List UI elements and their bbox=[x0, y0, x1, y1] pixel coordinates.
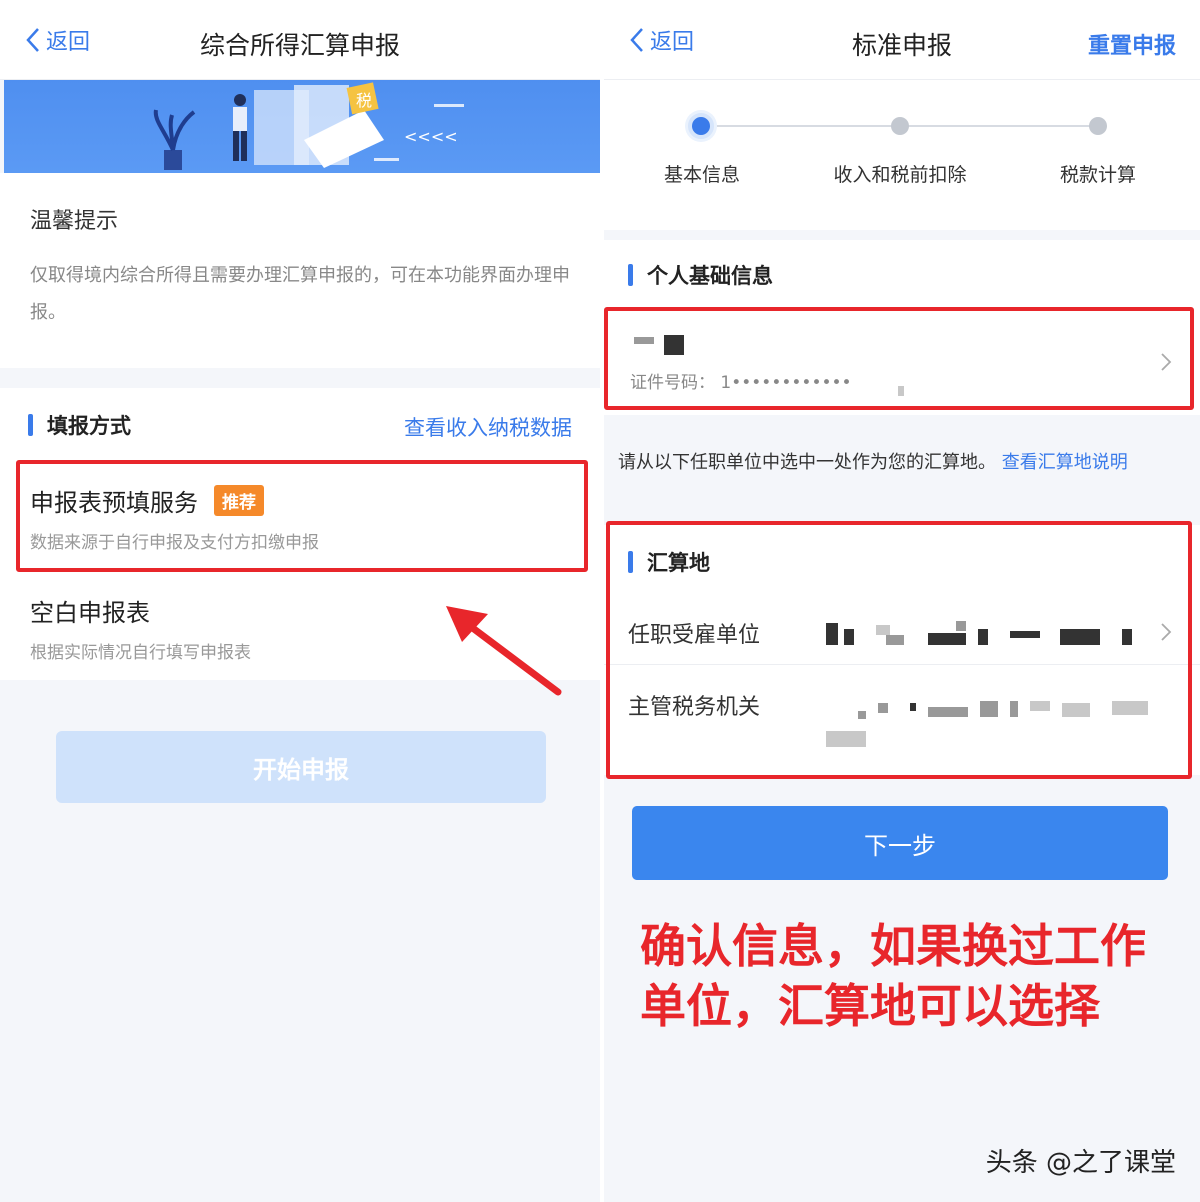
left-screen: 返回 综合所得汇算申报 税 <<<< 温馨提示 仅取得境内综合所得且需要办理汇算… bbox=[0, 0, 600, 1202]
step-label: 税款计算 bbox=[1059, 164, 1136, 186]
right-screen: 返回 标准申报 重置申报 基本信息 收入和税前扣除 税款计算 个人基础信息 证件… bbox=[604, 0, 1200, 1202]
highlight-box bbox=[606, 521, 1192, 779]
step-dot bbox=[1089, 117, 1107, 135]
tax-badge-icon: 税 bbox=[346, 82, 379, 115]
tip-title: 温馨提示 bbox=[30, 209, 119, 234]
watermark: 头条 @之了课堂 bbox=[985, 1148, 1176, 1178]
step-label: 基本信息 bbox=[663, 164, 740, 186]
svg-text:税: 税 bbox=[356, 91, 372, 110]
tip-text: 仅取得境内综合所得且需要办理汇算申报的，可在本功能界面办理申报。 bbox=[30, 265, 570, 323]
section-heading: 填报方式 bbox=[28, 410, 131, 440]
option-title: 空白申报表 bbox=[30, 599, 150, 627]
view-income-tax-link[interactable]: 查看收入纳税数据 bbox=[404, 412, 572, 442]
step-connector bbox=[702, 125, 900, 127]
step-dot-active bbox=[688, 113, 714, 139]
highlight-box bbox=[16, 460, 588, 572]
page-title: 综合所得汇算申报 bbox=[199, 31, 400, 60]
progress-steps: 基本信息 收入和税前扣除 税款计算 bbox=[604, 80, 1200, 230]
red-arrow-icon bbox=[446, 606, 562, 696]
view-settlement-info-link[interactable]: 查看汇算地说明 bbox=[1002, 452, 1128, 473]
highlight-box bbox=[604, 307, 1194, 410]
settlement-notice: 请从以下任职单位中选中一处作为您的汇算地。 查看汇算地说明 bbox=[618, 448, 1178, 478]
tip-card: 温馨提示 仅取得境内综合所得且需要办理汇算申报的，可在本功能界面办理申报。 bbox=[0, 173, 600, 368]
section-bar bbox=[28, 414, 33, 436]
section-bar bbox=[628, 264, 633, 286]
next-step-button[interactable]: 下一步 bbox=[632, 806, 1168, 880]
arrows-decoration: <<<< bbox=[404, 127, 458, 146]
navbar: 返回 综合所得汇算申报 bbox=[0, 0, 600, 80]
section-heading: 个人基础信息 bbox=[628, 260, 773, 290]
annotation-text: 确认信息，如果换过工作单位，汇算地可以选择 bbox=[640, 919, 1146, 1033]
person-icon bbox=[233, 94, 247, 161]
reset-declaration-button[interactable]: 重置申报 bbox=[1088, 28, 1176, 60]
navbar: 返回 标准申报 重置申报 bbox=[604, 0, 1200, 80]
step-dot bbox=[891, 117, 909, 135]
start-declaration-button[interactable]: 开始申报 bbox=[56, 731, 546, 803]
section-title: 个人基础信息 bbox=[647, 264, 773, 288]
banner-illustration: 税 <<<< bbox=[4, 80, 600, 173]
plant-icon bbox=[153, 109, 196, 170]
step-label: 收入和税前扣除 bbox=[833, 164, 967, 186]
section-title: 填报方式 bbox=[47, 414, 131, 438]
step-connector bbox=[900, 125, 1098, 127]
notice-text: 请从以下任职单位中选中一处作为您的汇算地。 bbox=[618, 452, 996, 473]
